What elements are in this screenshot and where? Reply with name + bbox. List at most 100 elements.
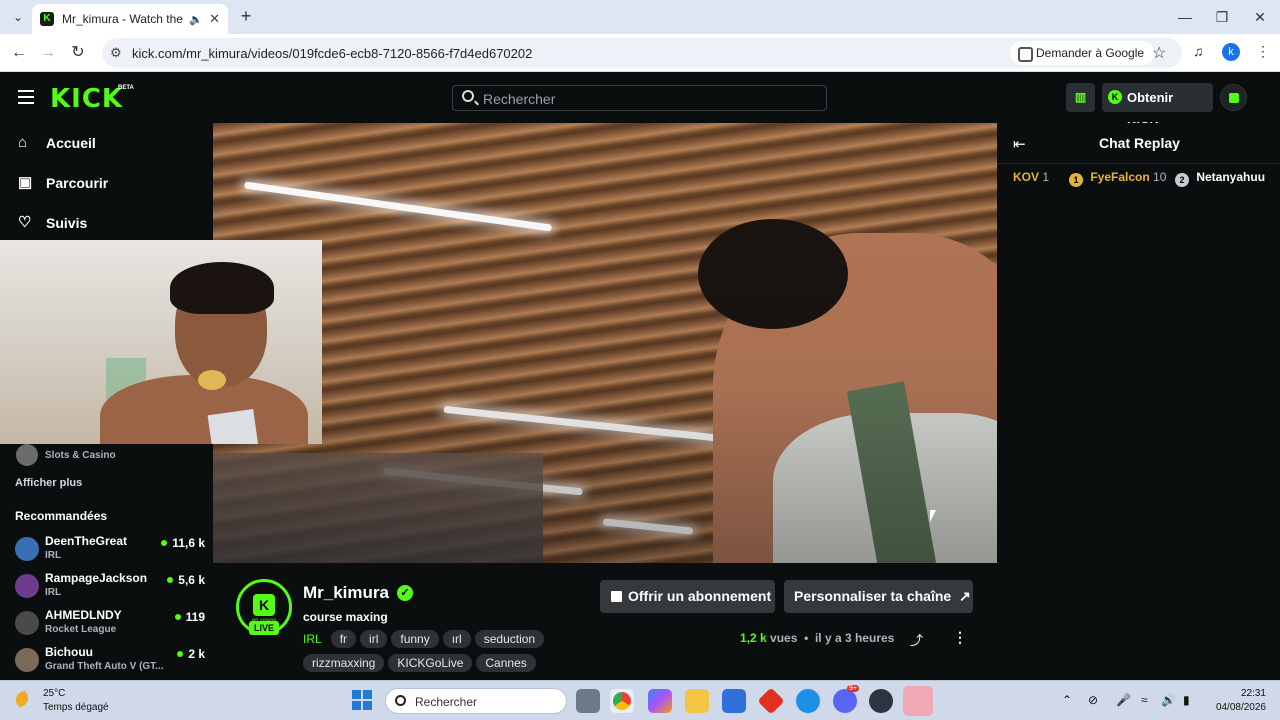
speaker-icon[interactable]: 🔈 — [189, 13, 203, 26]
restore-button[interactable]: ❐ — [1207, 6, 1237, 28]
weather-widget[interactable]: 25°C Temps dégagé — [14, 688, 124, 716]
tag[interactable]: funny — [391, 630, 439, 648]
sidebar-item-following[interactable]: ♡ Suivis — [18, 213, 87, 233]
gifter-name: FyeFalcon — [1090, 170, 1150, 184]
windows-taskbar: 25°C Temps dégagé Rechercher 9+ ⌃ ⊘ 🎤 ≈ … — [0, 680, 1280, 720]
discord-badge: 9+ — [847, 685, 859, 692]
reload-button[interactable]: ↻ — [68, 43, 88, 63]
gifter-name: Netanyahuu — [1196, 170, 1266, 184]
tag[interactable]: ırl — [442, 630, 471, 648]
recommended-channel[interactable]: Bichouu Grand Theft Auto V (GT... 2 k — [15, 645, 205, 679]
volume-icon[interactable]: 🔊 — [1161, 693, 1176, 707]
tab-search-button[interactable]: ⌄ — [8, 7, 28, 27]
close-tab-icon[interactable]: ✕ — [209, 11, 220, 27]
beta-label: BETA — [118, 85, 134, 91]
microphone-icon[interactable]: 🎤 — [1116, 693, 1131, 707]
media-control-icon[interactable]: ♫ — [1193, 43, 1204, 59]
system-clock[interactable]: 22:31 04/08/2026 — [1210, 687, 1266, 715]
tag[interactable]: Cannes — [476, 654, 536, 672]
tag[interactable]: fr — [330, 630, 357, 648]
customize-label: Personnaliser ta chaîne — [794, 588, 952, 604]
avatar — [15, 648, 39, 672]
video-player[interactable] — [213, 123, 997, 563]
snack-bag — [207, 408, 259, 444]
recommended-channel[interactable]: AHMEDLNDY Rocket League 119 — [15, 608, 205, 642]
recommended-channel[interactable]: RampageJackson IRL 5,6 k — [15, 571, 205, 605]
kick-logo[interactable]: KICK — [50, 84, 123, 114]
collapse-chat-icon[interactable]: ⇤ — [1013, 135, 1026, 153]
new-tab-button[interactable]: + — [236, 6, 256, 26]
home-icon: ⌂ — [18, 134, 28, 151]
file-explorer-icon[interactable] — [685, 689, 709, 713]
tag[interactable]: KICKGoLive — [388, 654, 473, 672]
followed-channel-row[interactable]: Slots & Casino — [16, 444, 116, 466]
search-placeholder: Rechercher — [483, 91, 556, 107]
menu-hamburger-icon[interactable] — [18, 90, 34, 104]
wifi-icon[interactable]: ≈ — [1141, 693, 1148, 707]
category-link[interactable]: IRL — [303, 630, 327, 648]
forward-button[interactable]: → — [38, 43, 58, 63]
store-icon[interactable] — [722, 689, 746, 713]
taskbar-search[interactable]: Rechercher — [385, 688, 567, 714]
gifter-item[interactable]: KOV 1 — [1013, 170, 1049, 184]
app-icon[interactable] — [869, 689, 893, 713]
profile-avatar[interactable]: k — [1222, 43, 1240, 61]
network-off-icon[interactable]: ⊘ — [1088, 693, 1098, 707]
channel-category: IRL — [45, 587, 62, 598]
rewards-button[interactable]: ▥ — [1066, 83, 1095, 112]
copilot-icon[interactable] — [648, 689, 672, 713]
viewer-count: 119 — [174, 610, 205, 624]
show-hidden-icons[interactable]: ⌃ — [1062, 693, 1072, 707]
channel-category: IRL — [45, 550, 62, 561]
help-icon[interactable] — [796, 689, 820, 713]
vod-stats: 1,2 k vues • il y a 3 heures — [740, 631, 894, 645]
recommended-channel[interactable]: DeenTheGreat IRL 11,6 k — [15, 534, 205, 568]
anydesk-icon[interactable] — [757, 687, 785, 715]
site-info-icon[interactable]: ⚙ — [110, 45, 122, 61]
gift-sub-button[interactable]: Offrir un abonnement — [600, 580, 775, 613]
close-window-button[interactable]: ✕ — [1245, 6, 1275, 28]
sidebar-item-browse[interactable]: ▣ Parcourir — [18, 173, 108, 193]
browser-menu-icon[interactable]: ⋮ — [1256, 43, 1270, 60]
show-more-link[interactable]: Afficher plus — [15, 477, 82, 489]
kick-favicon-icon: K — [40, 12, 54, 26]
sidebar-item-label: Suivis — [46, 215, 88, 231]
url-text[interactable]: kick.com/mr_kimura/videos/019fcde6-ecb8-… — [132, 46, 532, 61]
minimize-button[interactable]: — — [1170, 6, 1200, 28]
gifter-item[interactable]: 1 FyeFalcon 10 — [1069, 170, 1166, 187]
url-field[interactable]: ⚙ kick.com/mr_kimura/videos/019fcde6-ecb… — [102, 38, 1182, 68]
customize-channel-button[interactable]: Personnaliser ta chaîne ↗ — [784, 580, 973, 613]
site-search-input[interactable]: Rechercher — [452, 85, 827, 111]
browser-tab[interactable]: K Mr_kimura - Watch the VOD 🔈 ✕ — [32, 4, 228, 34]
viewer-count: 11,6 k — [161, 536, 205, 550]
tag[interactable]: seduction — [474, 630, 545, 648]
moon-icon — [16, 691, 34, 709]
bookmark-star-icon[interactable]: ☆ — [1152, 43, 1166, 63]
channel-category: Grand Theft Auto V (GT... — [45, 661, 164, 672]
sidebar-item-home[interactable]: ⌂ Accueil — [18, 133, 96, 153]
viewer-count-value: 119 — [185, 610, 205, 624]
back-button[interactable]: ← — [9, 43, 29, 63]
ask-google-button[interactable]: Demander à Google — [1010, 41, 1155, 65]
active-app-icon[interactable] — [903, 686, 933, 716]
sidebar-item-label: Accueil — [46, 135, 96, 151]
discord-icon[interactable]: 9+ — [833, 685, 859, 713]
rank-badge: 1 — [1069, 173, 1083, 187]
user-avatar[interactable] — [1220, 84, 1247, 111]
get-kicks-button[interactable]: K Obtenir KICKs — [1102, 83, 1213, 134]
share-icon[interactable]: ⤴ — [910, 630, 923, 649]
tag[interactable]: rizzmaxxing — [303, 654, 385, 672]
chrome-icon[interactable] — [610, 689, 634, 713]
start-button[interactable] — [352, 690, 372, 710]
more-options-icon[interactable]: ⋮ — [953, 629, 967, 646]
channel-name[interactable]: Mr_kimura — [303, 583, 389, 603]
site-header: KICK BETA Rechercher ▥ K Obtenir KICKs — [0, 72, 1280, 134]
gifter-item[interactable]: 2 Netanyahuu — [1175, 170, 1265, 187]
task-view-icon[interactable] — [576, 689, 600, 713]
tag[interactable]: irl — [360, 630, 388, 648]
channel-name: DeenTheGreat — [45, 534, 128, 548]
battery-icon[interactable]: ▮ — [1183, 693, 1190, 707]
live-dot-icon — [167, 577, 174, 583]
search-icon — [395, 695, 406, 706]
view-count: 1,2 k — [740, 631, 767, 645]
